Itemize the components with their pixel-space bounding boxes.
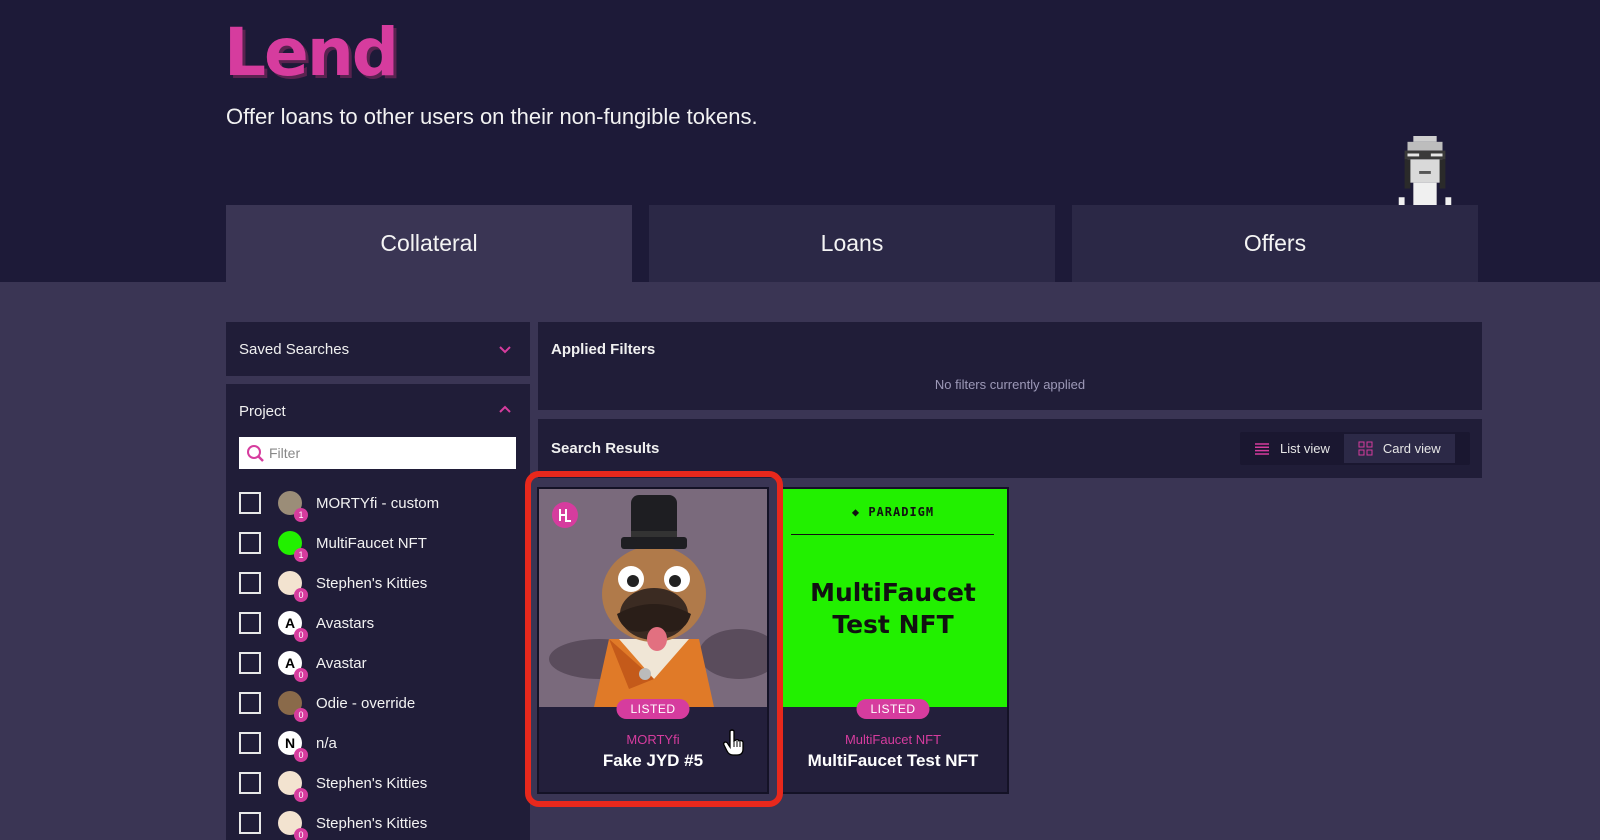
project-count: 0 [294,708,308,722]
nft-card[interactable]: ◆ PARADIGM MultiFaucet Test NFT LISTED M… [777,487,1009,794]
filter-text-field[interactable] [269,439,499,467]
kitty-avatar-icon: 0 [278,811,308,840]
avatar-photo-icon: 1 [278,491,308,522]
tab-loans[interactable]: Loans [649,205,1055,282]
project-count: 0 [294,748,308,762]
list-view-button[interactable]: List view [1240,434,1344,463]
list-icon [1255,442,1269,455]
project-option-label: Odie - override [316,694,416,712]
project-count: 0 [294,828,308,840]
no-filters-text: No filters currently applied [934,377,1086,392]
applied-filters-panel: Applied Filters No filters currently app… [538,322,1482,410]
project-checkbox[interactable] [239,732,261,754]
project-checkbox[interactable] [239,572,261,594]
project-option-label: Avastars [316,614,375,632]
page-title: Lend [224,14,399,91]
nft-image-text: MultiFaucet Test NFT [810,578,976,639]
project-option[interactable]: 1 MORTYfi - custom [239,489,509,522]
project-checkbox[interactable] [239,612,261,634]
saved-searches-panel[interactable]: Saved Searches [226,322,530,376]
view-toggle: List view Card view [1240,432,1470,465]
project-count: 0 [294,628,308,642]
project-checkbox[interactable] [239,532,261,554]
project-option-label: MultiFaucet NFT [316,534,427,552]
project-option-label: MORTYfi - custom [316,494,440,512]
project-checkbox[interactable] [239,492,261,514]
search-results-title: Search Results [551,440,660,457]
kitty-avatar-icon: 0 [278,571,308,602]
paradigm-logo-icon: ◆ [851,505,861,519]
saved-searches-label: Saved Searches [239,340,350,358]
project-checkbox[interactable] [239,652,261,674]
page-subtitle: Offer loans to other users on their non-… [226,104,758,129]
project-option[interactable]: N0 n/a [239,729,509,762]
letter-n-icon: N0 [278,731,308,762]
list-view-label: List view [1280,441,1330,456]
card-view-label: Card view [1382,441,1441,456]
project-option[interactable]: 0 Odie - override [239,689,509,722]
tab-collateral[interactable]: Collateral [226,205,632,282]
divider [791,534,994,535]
project-checkbox[interactable] [239,692,261,714]
project-option-label: Stephen's Kitties [316,814,428,832]
applied-filters-title: Applied Filters [551,340,656,358]
project-filter-input[interactable] [239,437,516,469]
search-icon [247,445,264,462]
card-project-name[interactable]: MultiFaucet NFT [779,732,1007,747]
project-count: 1 [294,548,308,562]
chevron-down-icon[interactable] [496,341,514,359]
card-view-button[interactable]: Card view [1343,434,1455,463]
project-option-label: Stephen's Kitties [316,574,428,592]
project-option-label: Avastar [316,654,367,672]
avatar-photo-icon: 0 [278,691,308,722]
project-count: 1 [294,508,308,522]
nft-multifaucet-image: ◆ PARADIGM MultiFaucet Test NFT [779,489,1007,707]
tab-offers[interactable]: Offers [1072,205,1478,282]
project-option[interactable]: 0 Stephen's Kitties [239,809,509,840]
project-count: 0 [294,668,308,682]
chevron-up-icon[interactable] [496,400,514,418]
letter-a-icon: A0 [278,611,308,642]
green-logo-icon: 1 [278,531,308,562]
letter-a-icon: A0 [278,651,308,682]
card-nft-name[interactable]: MultiFaucet Test NFT [779,751,1007,771]
project-option[interactable]: 1 MultiFaucet NFT [239,529,509,562]
project-option[interactable]: 0 Stephen's Kitties [239,569,509,602]
grid-icon [1358,441,1373,456]
listed-badge: LISTED [856,699,930,719]
project-count: 0 [294,588,308,602]
hand-cursor-icon [723,729,744,756]
user-avatar-icon[interactable] [1392,136,1458,206]
project-label: Project [239,402,286,420]
project-option[interactable]: A0 Avastars [239,609,509,642]
project-option-label: n/a [316,734,337,752]
project-checkbox[interactable] [239,772,261,794]
kitty-avatar-icon: 0 [278,771,308,802]
project-count: 0 [294,788,308,802]
paradigm-brand: ◆ PARADIGM [851,505,935,519]
project-option-label: Stephen's Kitties [316,774,428,792]
project-option[interactable]: 0 Stephen's Kitties [239,769,509,802]
project-option[interactable]: A0 Avastar [239,649,509,682]
project-checkbox[interactable] [239,812,261,834]
